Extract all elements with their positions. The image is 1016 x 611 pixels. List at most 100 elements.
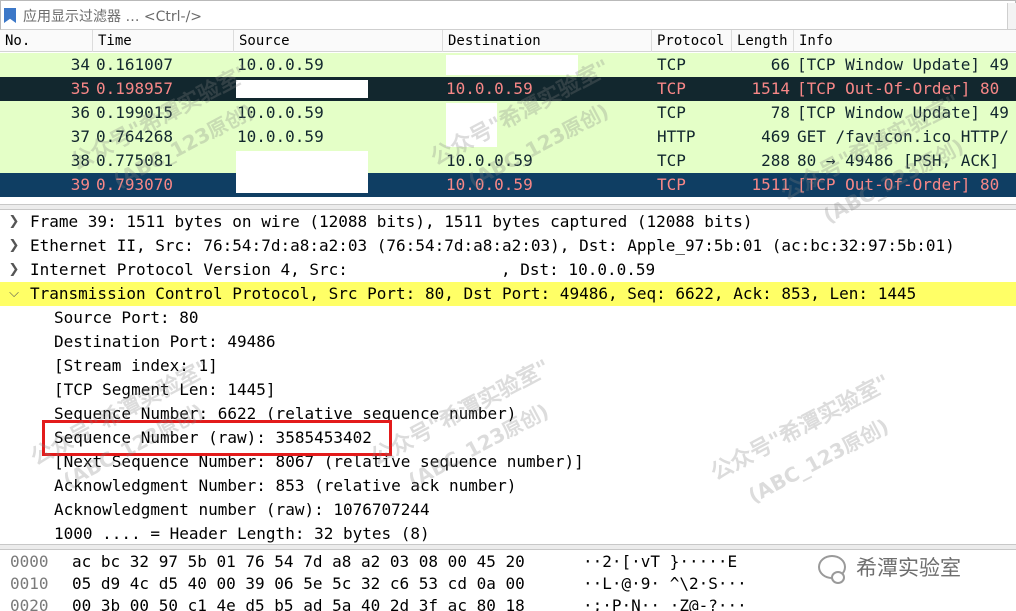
chevron-down-icon[interactable]: ⌵ — [7, 282, 21, 306]
packet-time: 0.161007 — [96, 55, 174, 74]
column-header-no[interactable]: No. — [0, 30, 92, 52]
packet-time: 0.199015 — [96, 103, 174, 122]
field-label: [TCP Segment Len: 1445] — [54, 380, 276, 399]
packet-no: 38 — [70, 151, 90, 170]
packet-no: 35 — [70, 79, 90, 98]
tree-item-frame[interactable]: ❯ Frame 39: 1511 bytes on wire (12088 bi… — [0, 210, 1016, 234]
packet-no: 34 — [70, 55, 90, 74]
packet-protocol: HTTP — [657, 127, 696, 146]
packet-destination: 10.0.0.59 — [446, 79, 533, 98]
bytes-hex: 00 3b 00 50 c1 4e d5 b5 ad 5a 40 2d 3f a… — [72, 596, 525, 611]
field-label: 1000 .... = Header Length: 32 bytes (8) — [54, 524, 430, 543]
packet-no: 37 — [70, 127, 90, 146]
column-header-source[interactable]: Source — [233, 30, 442, 52]
packet-time: 0.775081 — [96, 151, 174, 170]
chevron-right-icon[interactable]: ❯ — [7, 210, 21, 234]
redacted-source-ip — [368, 260, 501, 280]
logo-text: 希潭实验室 — [856, 556, 961, 580]
wechat-icon — [818, 555, 846, 584]
packet-time: 0.793070 — [96, 175, 174, 194]
bytes-row: 0020 00 3b 00 50 c1 4e d5 b5 ad 5a 40 2d… — [0, 594, 1016, 611]
tree-item-label: Ethernet II, Src: 76:54:7d:a8:a2:03 (76:… — [30, 236, 955, 255]
packet-time: 0.764268 — [96, 127, 174, 146]
tree-item-ipv4[interactable]: ❯ Internet Protocol Version 4, Src: , Ds… — [0, 258, 1016, 282]
packet-protocol: TCP — [657, 151, 686, 170]
tcp-field-source-port[interactable]: Source Port: 80 — [0, 306, 1016, 330]
redacted-source — [236, 173, 368, 193]
packet-row[interactable]: 36 0.199015 10.0.0.59 TCP 78 [TCP Window… — [0, 101, 1016, 125]
tcp-field-ack-relative[interactable]: Acknowledgment Number: 853 (relative ack… — [0, 474, 1016, 498]
packet-source: 10.0.0.59 — [237, 103, 324, 122]
packet-list[interactable]: No. Time Source Destination Protocol Len… — [0, 30, 1016, 204]
packet-protocol: TCP — [657, 55, 686, 74]
chevron-right-icon[interactable]: ❯ — [7, 234, 21, 258]
filter-apply-button[interactable] — [1007, 3, 1016, 29]
redacted-source — [236, 151, 368, 173]
field-label: Acknowledgment number (raw): 1076707244 — [54, 500, 430, 519]
packet-length: 78 — [770, 103, 790, 122]
packet-info: [TCP Out-Of-Order] 80 — [797, 79, 1000, 98]
packet-protocol: TCP — [657, 79, 686, 98]
packet-length: 1511 — [751, 175, 790, 194]
tree-item-label-suffix: , Dst: 10.0.0.59 — [501, 260, 656, 279]
annotation-highlight-box — [42, 420, 392, 456]
packet-info: [TCP Window Update] 49 — [797, 103, 1009, 122]
tree-item-ethernet[interactable]: ❯ Ethernet II, Src: 76:54:7d:a8:a2:03 (7… — [0, 234, 1016, 258]
packet-row[interactable]: 35 0.198957 10.0.0.59 TCP 1514 [TCP Out-… — [0, 77, 1016, 101]
packet-no: 36 — [70, 103, 90, 122]
tree-item-label: Transmission Control Protocol, Src Port:… — [30, 284, 917, 303]
bytes-hex: ac bc 32 97 5b 01 76 54 7d a8 a2 03 08 0… — [72, 552, 525, 571]
tree-item-label: Frame 39: 1511 bytes on wire (12088 bits… — [30, 212, 753, 231]
packet-length: 469 — [761, 127, 790, 146]
packet-row[interactable]: 37 0.764268 10.0.0.59 HTTP 469 GET /favi… — [0, 125, 1016, 149]
redacted-source — [236, 80, 368, 98]
packet-row-selected[interactable]: 39 0.793070 10.0.0.59 TCP 1511 [TCP Out-… — [0, 173, 1016, 197]
packet-length: 1514 — [751, 79, 790, 98]
packet-protocol: TCP — [657, 103, 686, 122]
column-header-time[interactable]: Time — [92, 30, 233, 52]
packet-destination: 10.0.0.59 — [446, 151, 533, 170]
tcp-field-ack-raw[interactable]: Acknowledgment number (raw): 1076707244 — [0, 498, 1016, 522]
packet-info: [TCP Out-Of-Order] 80 — [797, 175, 1000, 194]
tcp-field-stream-index[interactable]: [Stream index: 1] — [0, 354, 1016, 378]
packet-time: 0.198957 — [96, 79, 174, 98]
column-header-info[interactable]: Info — [793, 30, 1016, 52]
column-header-protocol[interactable]: Protocol — [651, 30, 731, 52]
packet-no: 39 — [70, 175, 90, 194]
bytes-offset: 0010 — [10, 574, 49, 593]
field-label: [Stream index: 1] — [54, 356, 218, 375]
packet-source: 10.0.0.59 — [237, 55, 324, 74]
column-header-length[interactable]: Length — [731, 30, 793, 52]
packet-row[interactable]: 34 0.161007 10.0.0.59 TCP 66 [TCP Window… — [0, 53, 1016, 77]
column-header-destination[interactable]: Destination — [442, 30, 651, 52]
bytes-offset: 0020 — [10, 596, 49, 611]
tcp-field-segment-len[interactable]: [TCP Segment Len: 1445] — [0, 378, 1016, 402]
redacted-destination — [446, 55, 578, 75]
field-label: Destination Port: 49486 — [54, 332, 276, 351]
packet-info: [TCP Window Update] 49 — [797, 55, 1009, 74]
bytes-hex: 05 d9 4c d5 40 00 39 06 5e 5c 32 c6 53 c… — [72, 574, 525, 593]
bookmark-icon[interactable] — [4, 8, 16, 23]
packet-info: GET /favicon.ico HTTP/ — [797, 127, 1009, 146]
tcp-field-header-length[interactable]: 1000 .... = Header Length: 32 bytes (8) — [0, 522, 1016, 544]
packet-destination: 10.0.0.59 — [446, 175, 533, 194]
display-filter-bar[interactable]: 应用显示过滤器 … <Ctrl-/> — [0, 0, 1016, 30]
field-label: Acknowledgment Number: 853 (relative ack… — [54, 476, 517, 495]
chevron-right-icon[interactable]: ❯ — [7, 258, 21, 282]
display-filter-input[interactable]: 应用显示过滤器 … <Ctrl-/> — [23, 6, 723, 26]
account-logo: 希潭实验室 — [818, 553, 961, 584]
packet-length: 66 — [770, 55, 790, 74]
packet-protocol: TCP — [657, 175, 686, 194]
bytes-ascii: ·;·P·N·· ·Z@-?··· — [583, 596, 747, 611]
redacted-destination — [446, 125, 497, 147]
tcp-field-destination-port[interactable]: Destination Port: 49486 — [0, 330, 1016, 354]
tree-item-label: Internet Protocol Version 4, Src: — [30, 260, 348, 279]
packet-row[interactable]: 38 0.775081 10.0.0.59 TCP 288 80 → 49486… — [0, 149, 1016, 173]
bytes-offset: 0000 — [10, 552, 49, 571]
tree-item-tcp[interactable]: ⌵ Transmission Control Protocol, Src Por… — [0, 282, 1016, 306]
packet-details-pane[interactable]: ❯ Frame 39: 1511 bytes on wire (12088 bi… — [0, 210, 1016, 544]
packet-source: 10.0.0.59 — [237, 127, 324, 146]
bytes-ascii: ··2·[·vT }·····E — [583, 552, 738, 571]
packet-length: 288 — [761, 151, 790, 170]
packet-info: 80 → 49486 [PSH, ACK] — [797, 151, 1000, 170]
